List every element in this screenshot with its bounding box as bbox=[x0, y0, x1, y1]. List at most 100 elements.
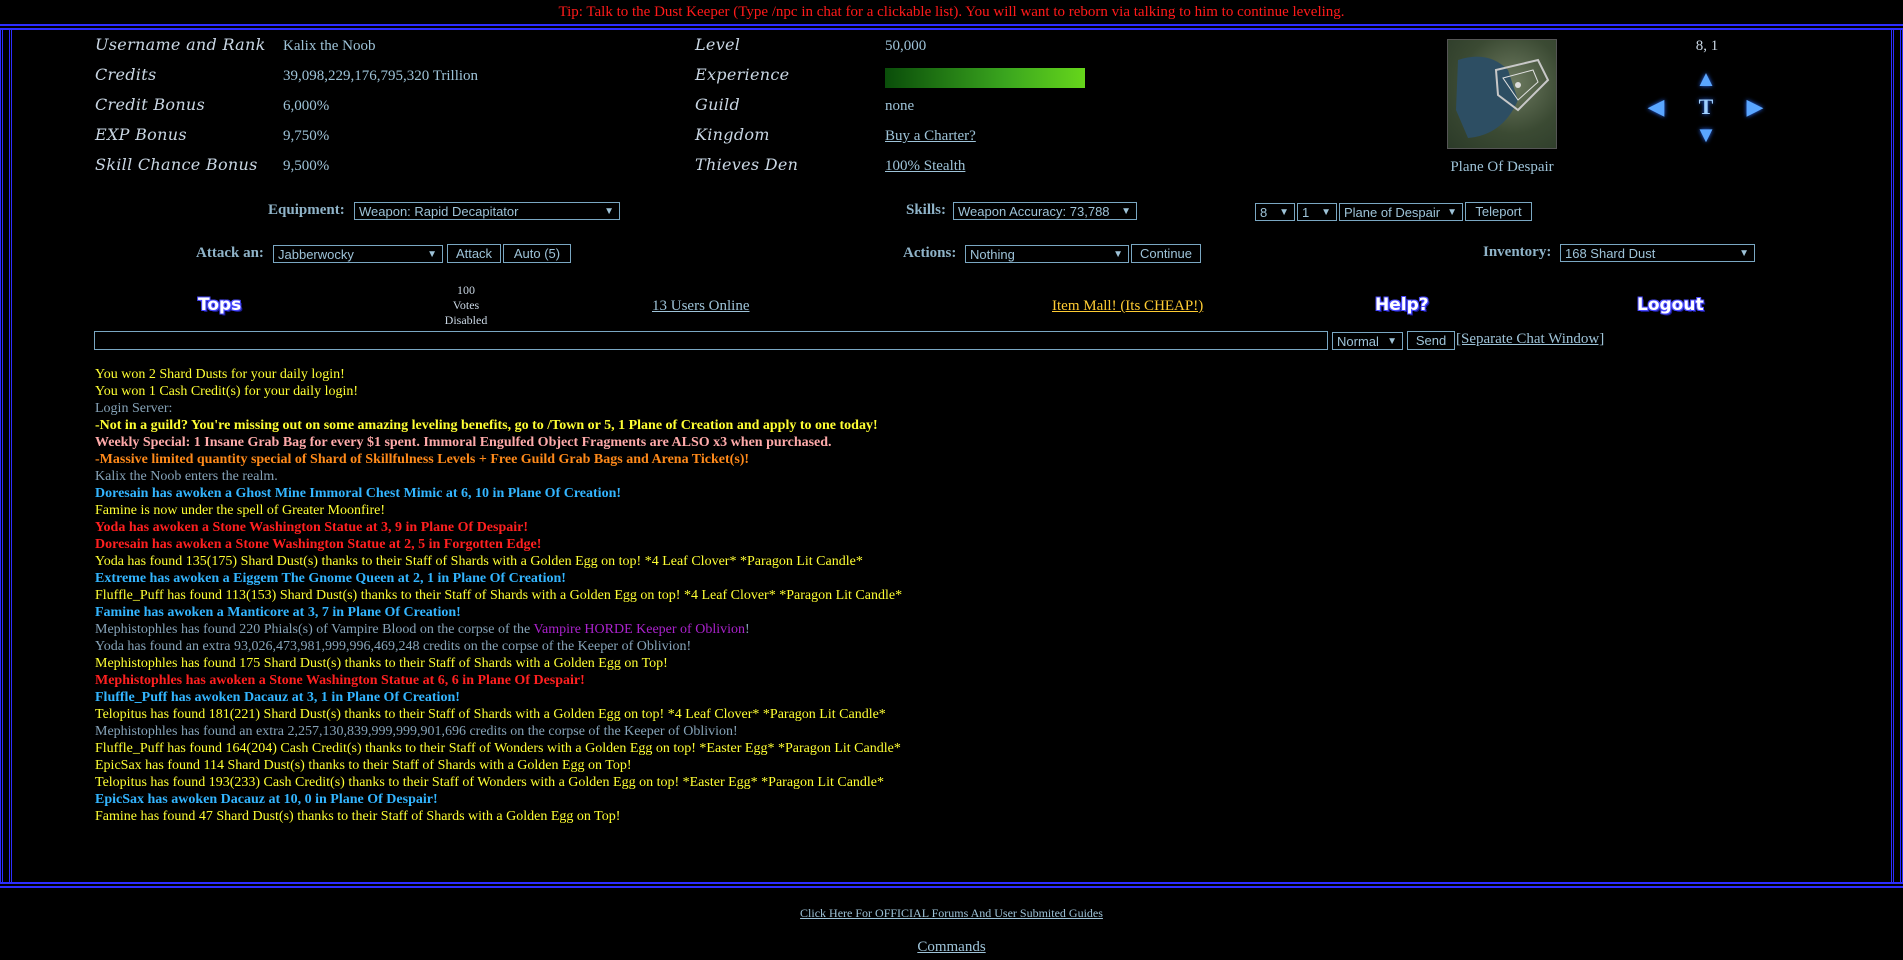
move-south-icon[interactable]: ▼ bbox=[1693, 122, 1719, 148]
inventory-select-value: 168 Shard Dust bbox=[1565, 246, 1656, 261]
chat-log-line: Extreme has awoken a Eiggem The Gnome Qu… bbox=[95, 571, 566, 586]
item-mall-link[interactable]: Item Mall! (Its CHEAP!) bbox=[1052, 298, 1203, 315]
votes-disabled: Disabled bbox=[444, 313, 488, 327]
help-button[interactable]: Help? bbox=[1375, 295, 1429, 315]
users-online-link[interactable]: 13 Users Online bbox=[652, 298, 750, 315]
teleport-plane-select[interactable]: Plane of Despair ▼ bbox=[1339, 203, 1463, 221]
attack-label: Attack an: bbox=[196, 245, 264, 261]
teleport-y-value: 1 bbox=[1302, 205, 1310, 220]
stat-label-username: Username and Rank bbox=[95, 35, 266, 54]
stat-value-level: 50,000 bbox=[885, 38, 927, 54]
chat-log-text: Mephistophles has found 220 Phials(s) of… bbox=[95, 622, 534, 637]
logout-button[interactable]: Logout bbox=[1637, 295, 1704, 315]
tops-button[interactable]: Tops bbox=[198, 295, 241, 315]
actions-select[interactable]: Nothing ▼ bbox=[965, 245, 1129, 263]
chat-log-line: Fluffle_Puff has found 113(153) Shard Du… bbox=[95, 588, 903, 603]
chat-log-line: Famine has found 47 Shard Dust(s) thanks… bbox=[95, 809, 621, 824]
chat-log-line: Yoda has found 135(175) Shard Dust(s) th… bbox=[95, 554, 863, 569]
stat-value-credit-bonus: 6,000% bbox=[283, 98, 330, 114]
skills-label: Skills: bbox=[906, 202, 947, 218]
chevron-down-icon: ▼ bbox=[1279, 207, 1289, 218]
chat-log-line: Mephistophles has found an extra 2,257,1… bbox=[95, 724, 738, 739]
chat-log-line: Famine is now under the spell of Greater… bbox=[95, 503, 386, 518]
chat-log-line: Mephistophles has found 220 Phials(s) of… bbox=[95, 621, 1495, 638]
inventory-select[interactable]: 168 Shard Dust ▼ bbox=[1560, 244, 1755, 262]
equipment-select-value: Weapon: Rapid Decapitator bbox=[359, 204, 519, 219]
forums-link[interactable]: Click Here For OFFICIAL Forums And User … bbox=[800, 906, 1103, 920]
town-teleport-icon[interactable]: T bbox=[1693, 94, 1719, 120]
actions-select-value: Nothing bbox=[970, 247, 1015, 262]
buy-charter-link[interactable]: Buy a Charter? bbox=[885, 128, 976, 145]
auto-attack-button[interactable]: Auto (5) bbox=[503, 244, 571, 263]
chat-log-line: Mephistophles has found 175 Shard Dust(s… bbox=[95, 656, 668, 671]
chat-mode-select[interactable]: Normal ▼ bbox=[1332, 332, 1403, 350]
chevron-down-icon: ▼ bbox=[1387, 336, 1397, 347]
minimap-location: Plane Of Despair bbox=[1450, 159, 1554, 175]
stat-label-kingdom: Kingdom bbox=[695, 125, 770, 144]
stat-label-credits: Credits bbox=[95, 65, 157, 84]
stat-value-username: Kalix the Noob bbox=[283, 38, 376, 54]
chevron-down-icon: ▼ bbox=[1321, 207, 1331, 218]
votes-label: Votes bbox=[452, 298, 480, 312]
skills-select[interactable]: Weapon Accuracy: 73,788 ▼ bbox=[953, 202, 1137, 220]
move-west-icon[interactable]: ◀ bbox=[1643, 94, 1669, 120]
move-east-icon[interactable]: ▶ bbox=[1742, 94, 1768, 120]
attack-target-value: Jabberwocky bbox=[278, 247, 354, 262]
actions-label: Actions: bbox=[903, 245, 957, 261]
chat-log: You won 2 Shard Dusts for your daily log… bbox=[95, 366, 1495, 837]
votes-status: 100 Votes Disabled bbox=[440, 283, 492, 328]
stat-value-guild: none bbox=[885, 98, 915, 114]
chat-log-line: -Massive limited quantity special of Sha… bbox=[95, 452, 750, 467]
chat-log-line: Kalix the Noob enters the realm. bbox=[95, 469, 278, 484]
player-coords: 8, 1 bbox=[1695, 38, 1719, 54]
teleport-x-value: 8 bbox=[1260, 205, 1268, 220]
teleport-x-select[interactable]: 8 ▼ bbox=[1255, 203, 1295, 221]
stat-label-skill-bonus: Skill Chance Bonus bbox=[95, 155, 258, 174]
attack-target-select[interactable]: Jabberwocky ▼ bbox=[273, 245, 443, 263]
votes-count: 100 bbox=[457, 283, 475, 297]
stat-label-experience: Experience bbox=[695, 65, 790, 84]
experience-bar-fill bbox=[885, 68, 1085, 88]
teleport-y-select[interactable]: 1 ▼ bbox=[1297, 203, 1337, 221]
chevron-down-icon: ▼ bbox=[1121, 206, 1131, 217]
chat-log-line: Fluffle_Puff has awoken Dacauz at 3, 1 i… bbox=[95, 690, 460, 705]
chevron-down-icon: ▼ bbox=[1739, 248, 1749, 259]
chevron-down-icon: ▼ bbox=[1113, 249, 1123, 260]
chat-log-line: Yoda has found an extra 93,026,473,981,9… bbox=[95, 639, 692, 654]
separate-chat-link[interactable]: [Separate Chat Window] bbox=[1456, 331, 1604, 348]
continue-button[interactable]: Continue bbox=[1131, 244, 1201, 263]
experience-bar bbox=[885, 68, 1085, 88]
chat-log-line: Telopitus has found 181(221) Shard Dust(… bbox=[95, 707, 886, 722]
commands-link[interactable]: Commands bbox=[917, 939, 985, 955]
footer-forums: Click Here For OFFICIAL Forums And User … bbox=[0, 906, 1903, 921]
minimap-image bbox=[1456, 56, 1550, 138]
chat-log-text: ! bbox=[745, 622, 750, 637]
chat-log-line: Login Server: bbox=[95, 401, 173, 416]
stat-label-thieves-den: Thieves Den bbox=[695, 155, 799, 174]
move-north-icon[interactable]: ▲ bbox=[1693, 66, 1719, 92]
chat-log-line: EpicSax has awoken Dacauz at 10, 0 in Pl… bbox=[95, 792, 438, 807]
inventory-label: Inventory: bbox=[1483, 244, 1552, 260]
minimap[interactable] bbox=[1447, 39, 1557, 149]
stealth-link[interactable]: 100% Stealth bbox=[885, 158, 965, 175]
chat-send-button[interactable]: Send bbox=[1407, 331, 1455, 350]
chat-log-line: Doresain has awoken a Stone Washington S… bbox=[95, 537, 542, 552]
stat-value-credits: 39,098,229,176,795,320 Trillion bbox=[283, 68, 479, 84]
chat-log-line: Fluffle_Puff has found 164(204) Cash Cre… bbox=[95, 741, 901, 756]
chevron-down-icon: ▼ bbox=[427, 249, 437, 260]
stat-label-level: Level bbox=[695, 35, 741, 54]
chat-log-line: -Not in a guild? You're missing out on s… bbox=[95, 418, 878, 433]
chat-log-monster-name: Vampire HORDE Keeper of Oblivion bbox=[533, 622, 745, 637]
stat-label-guild: Guild bbox=[695, 95, 741, 114]
chat-log-line: Weekly Special: 1 Insane Grab Bag for ev… bbox=[95, 435, 832, 450]
chat-log-line: Yoda has awoken a Stone Washington Statu… bbox=[95, 520, 529, 535]
attack-button[interactable]: Attack bbox=[447, 244, 501, 263]
teleport-button[interactable]: Teleport bbox=[1465, 202, 1532, 221]
teleport-plane-value: Plane of Despair bbox=[1344, 205, 1441, 220]
chevron-down-icon: ▼ bbox=[1447, 207, 1457, 218]
stat-label-exp-bonus: EXP Bonus bbox=[95, 125, 187, 144]
chat-mode-value: Normal bbox=[1337, 334, 1379, 349]
equipment-select[interactable]: Weapon: Rapid Decapitator ▼ bbox=[354, 202, 620, 220]
chat-log-line: You won 1 Cash Credit(s) for your daily … bbox=[95, 384, 359, 399]
chat-input[interactable] bbox=[94, 331, 1328, 350]
